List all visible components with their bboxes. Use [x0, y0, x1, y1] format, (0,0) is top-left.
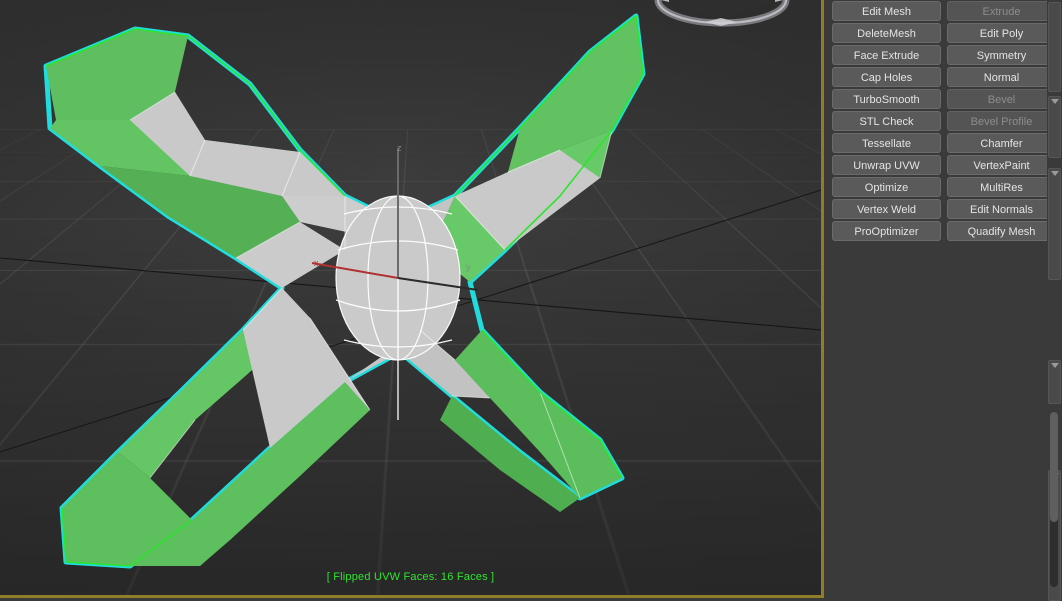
axis-label-x: x: [314, 258, 319, 268]
modifier-button-row: DeleteMesh Edit Poly: [832, 23, 1056, 43]
viewport-canvas[interactable]: z x y: [0, 0, 821, 595]
perspective-viewport[interactable]: z x y: [0, 0, 827, 601]
modifier-button[interactable]: Face Extrude: [832, 45, 941, 65]
viewcube[interactable]: [647, 0, 797, 52]
command-panel: Edit Mesh Extrude DeleteMesh Edit Poly F…: [827, 0, 1062, 601]
strip-section[interactable]: [1048, 168, 1061, 280]
modifier-button[interactable]: VertexPaint: [947, 155, 1056, 175]
modifier-button[interactable]: MultiRes: [947, 177, 1056, 197]
strip-section[interactable]: [1048, 2, 1061, 92]
panel-side-strip: [1047, 0, 1062, 601]
modifier-button[interactable]: Tessellate: [832, 133, 941, 153]
modifier-button-row: STL Check Bevel Profile: [832, 111, 1056, 131]
chevron-down-icon[interactable]: [1051, 99, 1059, 104]
modifier-button-row: Unwrap UVW VertexPaint: [832, 155, 1056, 175]
modifier-button-row: TurboSmooth Bevel: [832, 89, 1056, 109]
modifier-button[interactable]: Chamfer: [947, 133, 1056, 153]
modifier-button[interactable]: Quadify Mesh: [947, 221, 1056, 241]
panel-scrollbar-track[interactable]: [1050, 412, 1058, 587]
modifier-button-row: Optimize MultiRes: [832, 177, 1056, 197]
modifier-button-row: Edit Mesh Extrude: [832, 1, 1056, 21]
strip-section[interactable]: [1048, 96, 1061, 158]
strip-section[interactable]: [1048, 360, 1061, 404]
chevron-down-icon[interactable]: [1051, 363, 1059, 368]
panel-scrollbar-thumb-outer[interactable]: [1050, 412, 1058, 522]
modifier-button: Extrude: [947, 1, 1056, 21]
modifier-button[interactable]: Symmetry: [947, 45, 1056, 65]
modifier-button[interactable]: Normal: [947, 67, 1056, 87]
modifier-button[interactable]: Edit Mesh: [832, 1, 941, 21]
modifier-button-row: Cap Holes Normal: [832, 67, 1056, 87]
modifier-button-row: Vertex Weld Edit Normals: [832, 199, 1056, 219]
axis-label-y: y: [466, 262, 471, 272]
mesh-render: [0, 0, 821, 595]
modifier-button-row: ProOptimizer Quadify Mesh: [832, 221, 1056, 241]
modifier-button[interactable]: STL Check: [832, 111, 941, 131]
modifier-button: Bevel: [947, 89, 1056, 109]
modifier-button[interactable]: ProOptimizer: [832, 221, 941, 241]
modifier-button[interactable]: Edit Poly: [947, 23, 1056, 43]
mesh-object-box[interactable]: z x y: [0, 0, 821, 595]
max-application-window: z x y: [0, 0, 1062, 601]
modifier-button[interactable]: Cap Holes: [832, 67, 941, 87]
modifier-button-row: Face Extrude Symmetry: [832, 45, 1056, 65]
modifier-button[interactable]: TurboSmooth: [832, 89, 941, 109]
modifier-button[interactable]: DeleteMesh: [832, 23, 941, 43]
viewport-status-text: [ Flipped UVW Faces: 16 Faces ]: [0, 571, 821, 583]
modifier-button[interactable]: Vertex Weld: [832, 199, 941, 219]
axis-label-z: z: [397, 143, 402, 153]
chevron-down-icon[interactable]: [1051, 171, 1059, 176]
modifier-button-grid: Edit Mesh Extrude DeleteMesh Edit Poly F…: [832, 1, 1056, 243]
modifier-button: Bevel Profile: [947, 111, 1056, 131]
modifier-button[interactable]: Optimize: [832, 177, 941, 197]
modifier-button-row: Tessellate Chamfer: [832, 133, 1056, 153]
modifier-button[interactable]: Edit Normals: [947, 199, 1056, 219]
modifier-button[interactable]: Unwrap UVW: [832, 155, 941, 175]
